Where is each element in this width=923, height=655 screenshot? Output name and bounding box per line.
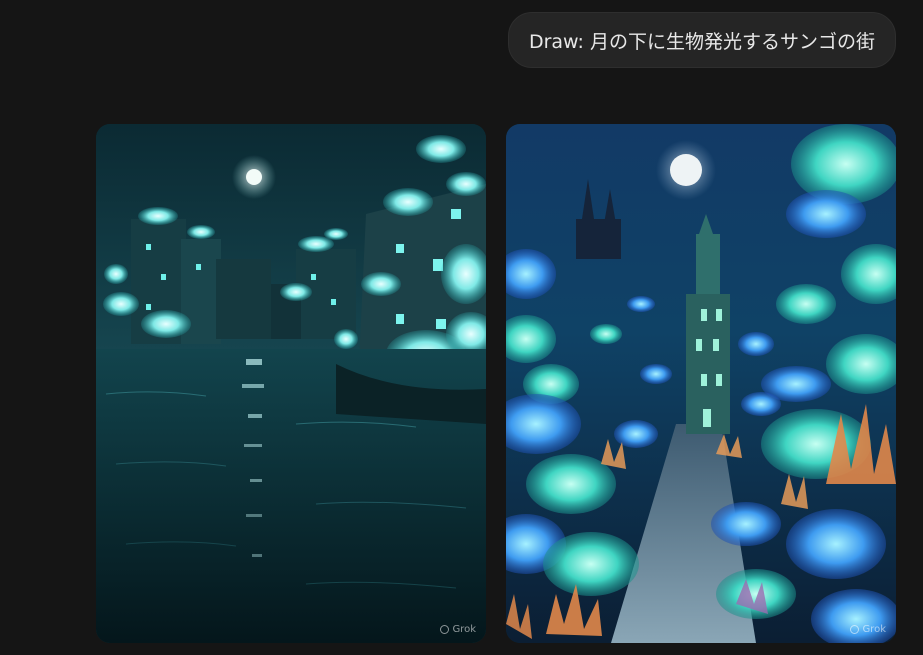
user-message-bubble: Draw: 月の下に生物発光するサンゴの街 xyxy=(507,12,896,68)
grok-watermark: Grok xyxy=(440,624,476,635)
generated-image-1[interactable]: Grok xyxy=(96,124,486,643)
grok-watermark: Grok xyxy=(850,624,886,635)
coral-city-water-illustration xyxy=(96,124,486,643)
watermark-text: Grok xyxy=(862,624,886,635)
grok-logo-icon xyxy=(440,625,450,634)
coral-reef-tower-illustration xyxy=(506,124,896,643)
grok-logo-icon xyxy=(850,625,860,634)
watermark-text: Grok xyxy=(452,624,476,635)
chat-page: Draw: 月の下に生物発光するサンゴの街 Grok Grok xyxy=(0,0,923,655)
user-message-text: Draw: 月の下に生物発光するサンゴの街 xyxy=(528,30,875,53)
generated-image-2[interactable]: Grok xyxy=(506,124,896,643)
